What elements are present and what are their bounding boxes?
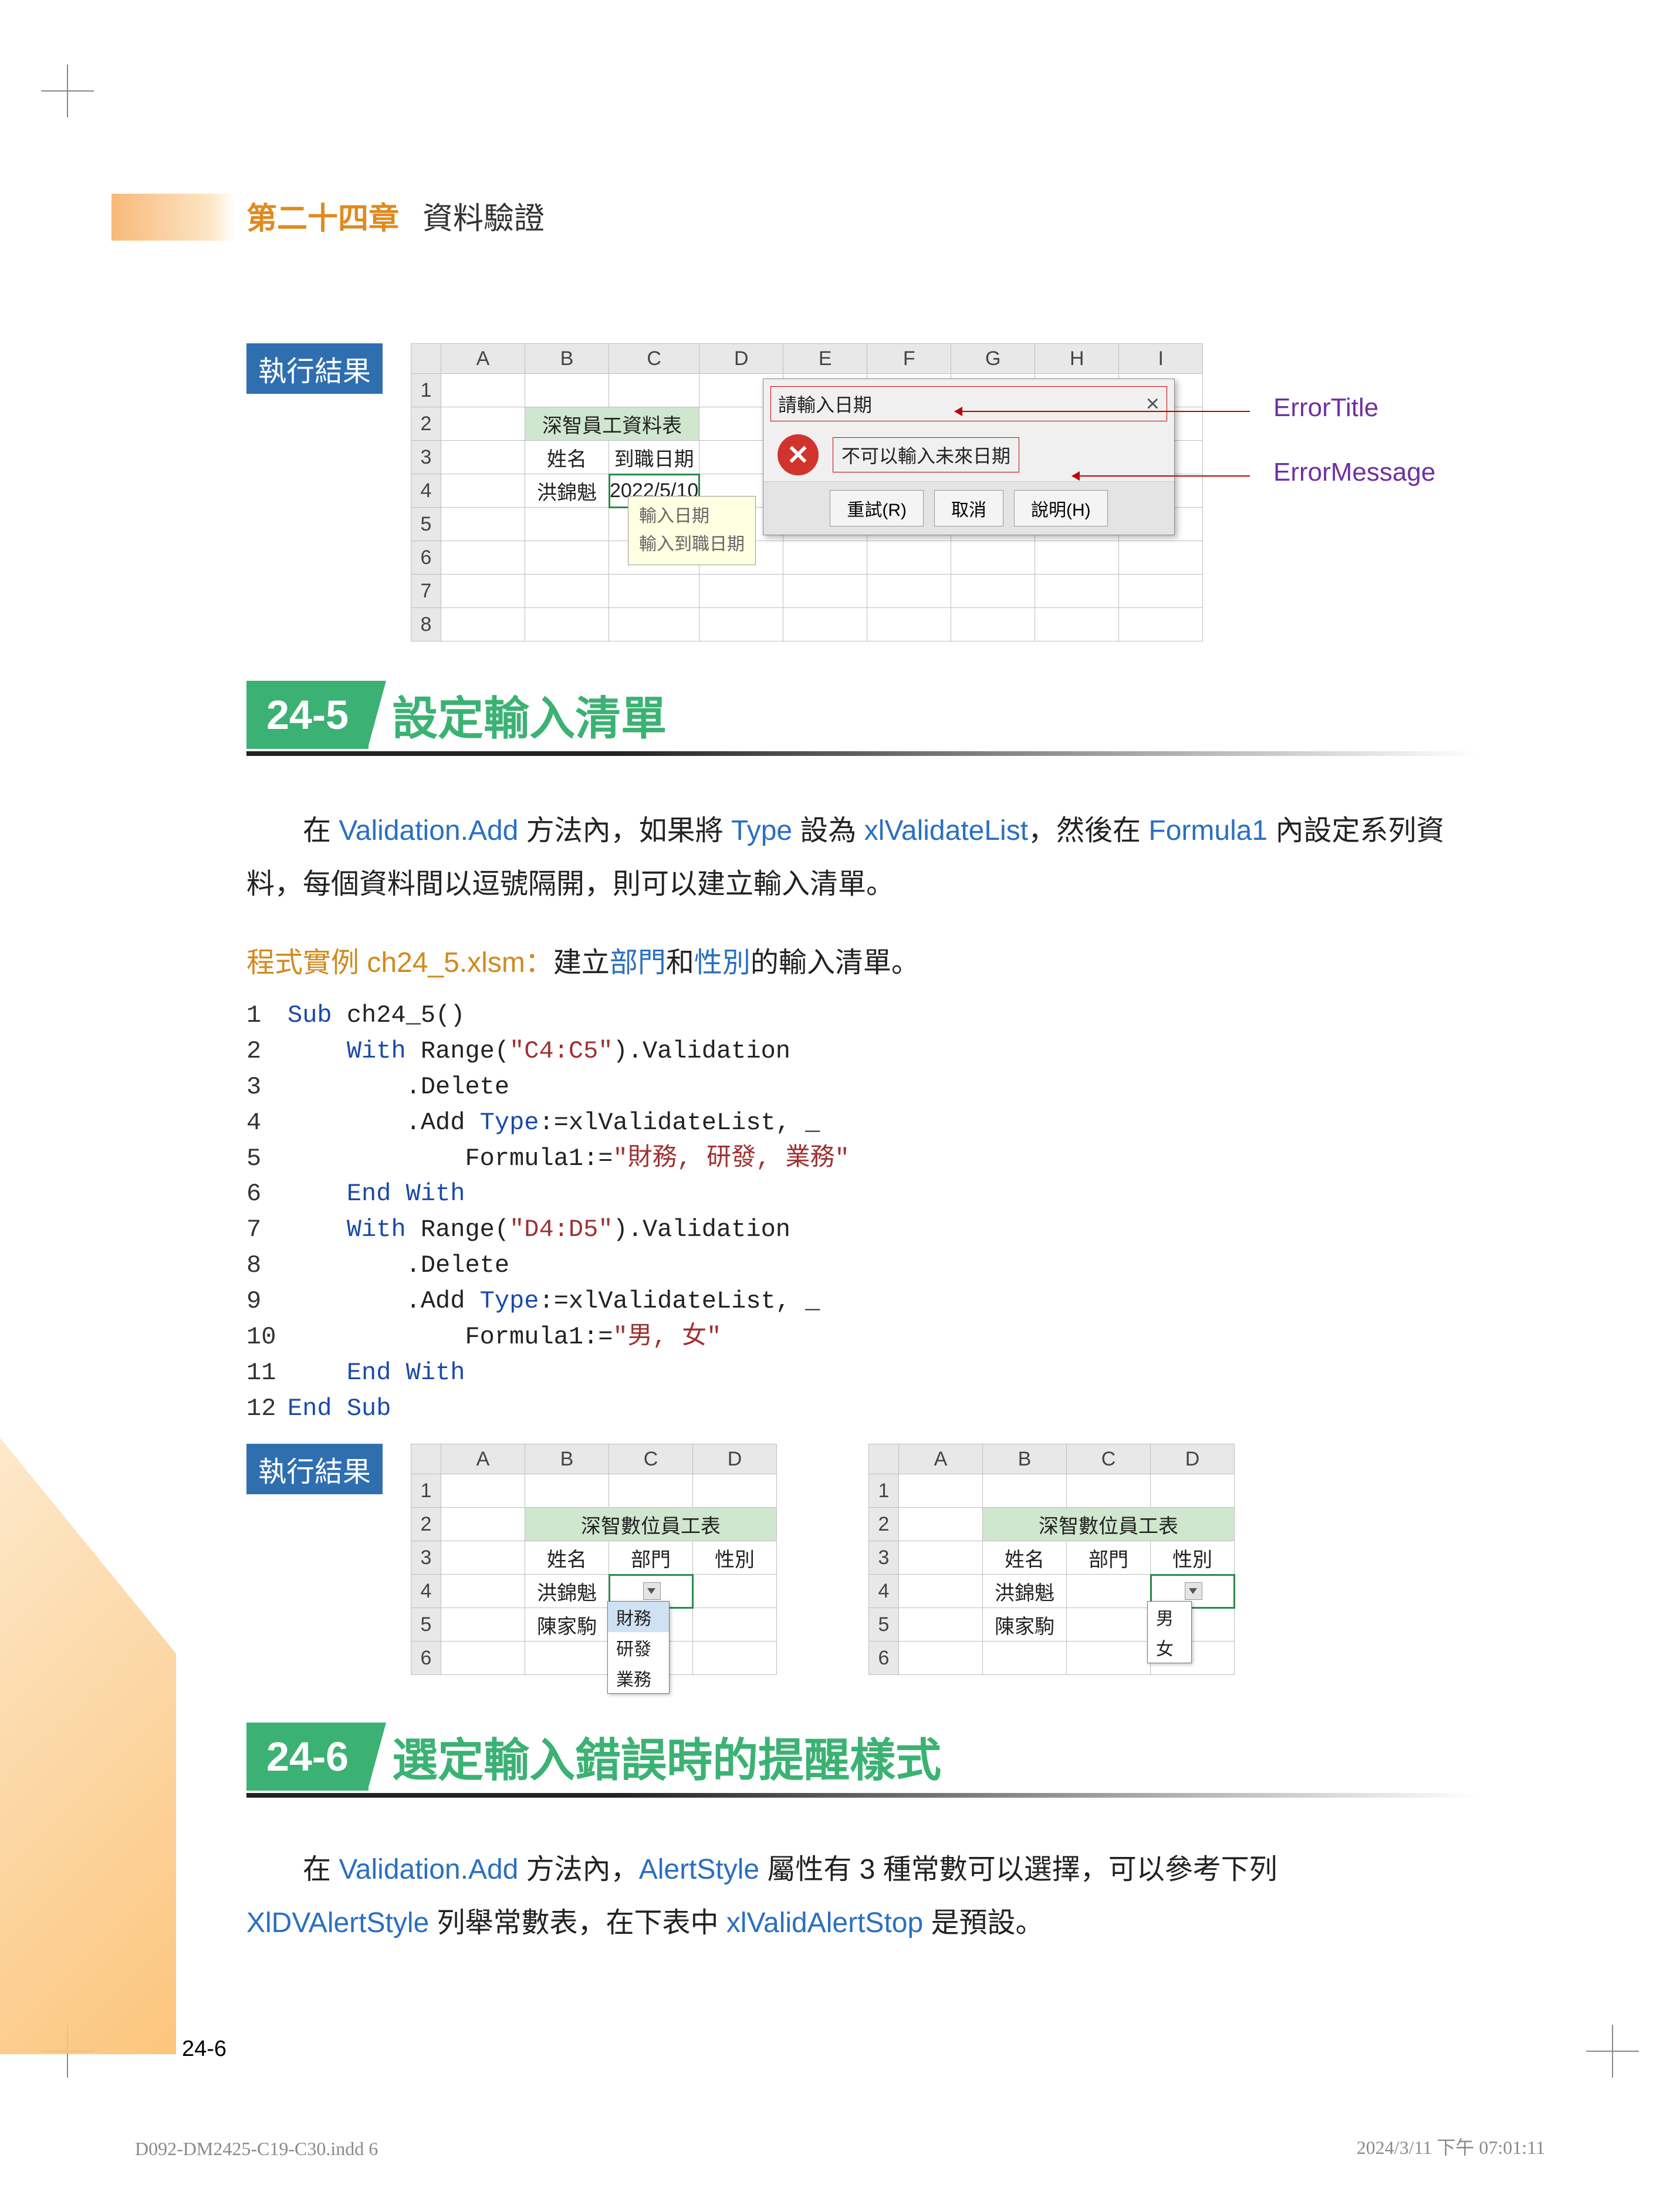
- row-header: 1: [411, 374, 441, 407]
- error-icon: ✕: [778, 434, 819, 475]
- col-header: B: [525, 344, 609, 374]
- col-header: H: [1035, 344, 1119, 374]
- kw-alertstyle: AlertStyle: [639, 1854, 759, 1885]
- cell-name: 洪錦魁: [525, 474, 609, 508]
- kw-validation-add: Validation.Add: [339, 815, 518, 846]
- section-number: 24-6: [246, 1723, 369, 1791]
- retry-button[interactable]: 重試(R): [830, 490, 924, 526]
- result-label: 執行結果: [246, 343, 383, 394]
- col-header: D: [699, 344, 783, 374]
- chevron-down-icon[interactable]: [643, 1582, 661, 1600]
- kw-xlvalidatelist: xlValidateList: [864, 815, 1028, 846]
- col-header: F: [867, 344, 951, 374]
- kw-xlvalidalertstop: xlValidAlertStop: [726, 1907, 923, 1939]
- kw-validation-add: Validation.Add: [339, 1854, 518, 1885]
- col-header: A: [441, 344, 525, 374]
- section-heading: 24-6 選定輸入錯誤時的提醒樣式: [246, 1723, 941, 1791]
- corner-cell: [411, 344, 441, 374]
- row-header: 4: [411, 474, 441, 508]
- chevron-down-icon[interactable]: [1185, 1582, 1202, 1600]
- footer-right: 2024/3/11 下午 07:01:11: [1357, 2133, 1545, 2160]
- chapter-title: 資料驗證: [422, 194, 545, 238]
- paragraph: 在 Validation.Add 方法內，如果將 Type 設為 xlValid…: [246, 804, 1479, 911]
- example-file: 程式實例 ch24_5.xlsm：: [246, 947, 553, 978]
- page-number: 24-6: [182, 2037, 227, 2062]
- dialog-title: 請輸入日期: [778, 390, 872, 417]
- kw-type: Type: [731, 815, 792, 846]
- dialog-titlebar: 請輸入日期 ×: [770, 386, 1167, 421]
- kw-sex: 性別: [694, 947, 751, 978]
- dropdown-item[interactable]: 男: [1148, 1602, 1191, 1632]
- dropdown-item[interactable]: 財務: [608, 1602, 669, 1632]
- dropdown-item[interactable]: 業務: [608, 1663, 669, 1693]
- figure-excel-error: A B C D E F G H I 1 2 深智員工資料表 3 姓名到職日期 4 洪錦…: [411, 343, 1203, 641]
- side-decoration: [0, 1438, 176, 2054]
- row-header: 7: [411, 575, 441, 608]
- paragraph: 在 Validation.Add 方法內，AlertStyle 屬性有 3 種常…: [246, 1843, 1479, 1950]
- section-underline: [246, 1793, 1479, 1798]
- crop-mark: [41, 65, 94, 117]
- callout-arrow: [956, 411, 1250, 412]
- code-block: 1Sub ch24_5() 2 With Range("C4:C5").Vali…: [246, 998, 850, 1427]
- section-heading: 24-5 設定輸入清單: [246, 681, 667, 749]
- error-dialog: 請輸入日期 × ✕ 不可以輸入未來日期 重試(R) 取消 說明(H): [763, 379, 1175, 535]
- tooltip-body: 輸入到職日期: [639, 531, 745, 559]
- figure-dropdown-sex: ABCD 1 2深智數位員工表 3姓名部門性別 4洪錦魁 5陳家駒 6 男 女: [868, 1444, 1235, 1675]
- close-icon[interactable]: ×: [1146, 391, 1160, 417]
- table-title: 深智數位員工表: [525, 1508, 777, 1541]
- example-heading: 程式實例 ch24_5.xlsm：建立部門和性別的輸入清單。: [246, 939, 920, 980]
- callout-arrow: [1074, 475, 1250, 477]
- dropdown-dept[interactable]: 財務 研發 業務: [607, 1601, 670, 1694]
- help-button[interactable]: 說明(H): [1014, 490, 1108, 526]
- col-header: G: [951, 344, 1035, 374]
- chapter-header-bg: [111, 194, 235, 241]
- input-tooltip: 輸入日期 輸入到職日期: [628, 496, 756, 565]
- excel-grid: ABCD 1 2深智數位員工表 3姓名部門性別 4洪錦魁 5陳家駒 6: [411, 1444, 777, 1675]
- col-header: E: [783, 344, 867, 374]
- table-title: 深智員工資料表: [525, 407, 699, 441]
- row-header: 8: [411, 608, 441, 641]
- row-header: 3: [411, 441, 441, 474]
- kw-dept: 部門: [610, 947, 666, 978]
- cancel-button[interactable]: 取消: [934, 490, 1003, 526]
- dropdown-item[interactable]: 研發: [608, 1632, 669, 1663]
- chapter-header: 第二十四章 資料驗證: [246, 194, 545, 238]
- section-number: 24-5: [246, 681, 369, 749]
- col-header: I: [1119, 344, 1203, 374]
- footer-left: D092-DM2425-C19-C30.indd 6: [135, 2138, 378, 2160]
- callout-errortitle: ErrorTitle: [1273, 393, 1378, 423]
- result-label: 執行結果: [246, 1444, 383, 1494]
- section-title: 設定輸入清單: [392, 682, 667, 748]
- section-title: 選定輸入錯誤時的提醒樣式: [392, 1724, 941, 1789]
- dialog-message: 不可以輸入未來日期: [833, 437, 1019, 472]
- header-name: 姓名: [525, 441, 609, 474]
- section-underline: [246, 751, 1479, 756]
- callout-errormessage: ErrorMessage: [1273, 458, 1435, 487]
- kw-formula1: Formula1: [1148, 815, 1267, 846]
- figure-dropdown-dept: ABCD 1 2深智數位員工表 3姓名部門性別 4洪錦魁 5陳家駒 6 財務 研…: [411, 1444, 777, 1675]
- crop-mark: [1586, 2025, 1639, 2078]
- header-date: 到職日期: [609, 441, 699, 474]
- kw-xldvalertstyle: XlDVAlertStyle: [246, 1907, 429, 1939]
- row-header: 6: [411, 541, 441, 575]
- table-title: 深智數位員工表: [983, 1508, 1235, 1541]
- dropdown-item[interactable]: 女: [1148, 1632, 1191, 1663]
- tooltip-title: 輸入日期: [639, 502, 745, 531]
- dropdown-sex[interactable]: 男 女: [1147, 1601, 1192, 1663]
- row-header: 5: [411, 508, 441, 541]
- row-header: 2: [411, 407, 441, 441]
- chapter-number: 第二十四章: [246, 194, 399, 238]
- col-header: C: [609, 344, 699, 374]
